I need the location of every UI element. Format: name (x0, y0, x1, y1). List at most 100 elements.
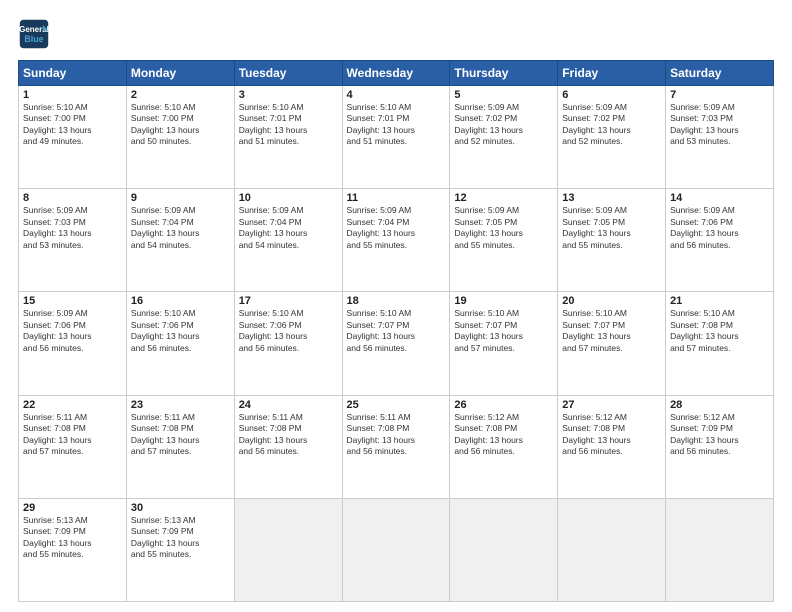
calendar-cell: 25Sunrise: 5:11 AM Sunset: 7:08 PM Dayli… (342, 395, 450, 498)
calendar-row-3: 22Sunrise: 5:11 AM Sunset: 7:08 PM Dayli… (19, 395, 774, 498)
calendar-row-4: 29Sunrise: 5:13 AM Sunset: 7:09 PM Dayli… (19, 498, 774, 601)
calendar-cell: 11Sunrise: 5:09 AM Sunset: 7:04 PM Dayli… (342, 189, 450, 292)
day-number: 26 (454, 399, 553, 411)
calendar-cell: 29Sunrise: 5:13 AM Sunset: 7:09 PM Dayli… (19, 498, 127, 601)
calendar-cell: 21Sunrise: 5:10 AM Sunset: 7:08 PM Dayli… (666, 292, 774, 395)
day-number: 4 (347, 89, 446, 101)
day-info: Sunrise: 5:10 AM Sunset: 7:08 PM Dayligh… (670, 308, 769, 354)
day-number: 16 (131, 295, 230, 307)
day-number: 25 (347, 399, 446, 411)
day-number: 22 (23, 399, 122, 411)
calendar-cell: 15Sunrise: 5:09 AM Sunset: 7:06 PM Dayli… (19, 292, 127, 395)
calendar-cell (558, 498, 666, 601)
header: General Blue (18, 18, 774, 50)
day-number: 13 (562, 192, 661, 204)
calendar-cell: 4Sunrise: 5:10 AM Sunset: 7:01 PM Daylig… (342, 86, 450, 189)
calendar-cell: 19Sunrise: 5:10 AM Sunset: 7:07 PM Dayli… (450, 292, 558, 395)
day-info: Sunrise: 5:09 AM Sunset: 7:04 PM Dayligh… (239, 205, 338, 251)
weekday-header-thursday: Thursday (450, 61, 558, 86)
weekday-header-row: SundayMondayTuesdayWednesdayThursdayFrid… (19, 61, 774, 86)
day-info: Sunrise: 5:09 AM Sunset: 7:04 PM Dayligh… (347, 205, 446, 251)
day-info: Sunrise: 5:09 AM Sunset: 7:05 PM Dayligh… (454, 205, 553, 251)
calendar-cell: 23Sunrise: 5:11 AM Sunset: 7:08 PM Dayli… (126, 395, 234, 498)
day-info: Sunrise: 5:10 AM Sunset: 7:07 PM Dayligh… (347, 308, 446, 354)
weekday-header-monday: Monday (126, 61, 234, 86)
calendar-row-2: 15Sunrise: 5:09 AM Sunset: 7:06 PM Dayli… (19, 292, 774, 395)
day-number: 17 (239, 295, 338, 307)
calendar-cell: 20Sunrise: 5:10 AM Sunset: 7:07 PM Dayli… (558, 292, 666, 395)
day-info: Sunrise: 5:13 AM Sunset: 7:09 PM Dayligh… (131, 515, 230, 561)
day-info: Sunrise: 5:09 AM Sunset: 7:04 PM Dayligh… (131, 205, 230, 251)
day-number: 11 (347, 192, 446, 204)
day-info: Sunrise: 5:11 AM Sunset: 7:08 PM Dayligh… (131, 412, 230, 458)
page: General Blue SundayMondayTuesdayWednesda… (0, 0, 792, 612)
day-info: Sunrise: 5:10 AM Sunset: 7:00 PM Dayligh… (131, 102, 230, 148)
calendar-row-1: 8Sunrise: 5:09 AM Sunset: 7:03 PM Daylig… (19, 189, 774, 292)
calendar-cell: 17Sunrise: 5:10 AM Sunset: 7:06 PM Dayli… (234, 292, 342, 395)
calendar-cell: 13Sunrise: 5:09 AM Sunset: 7:05 PM Dayli… (558, 189, 666, 292)
calendar-cell (666, 498, 774, 601)
day-number: 14 (670, 192, 769, 204)
calendar-cell: 12Sunrise: 5:09 AM Sunset: 7:05 PM Dayli… (450, 189, 558, 292)
day-info: Sunrise: 5:09 AM Sunset: 7:03 PM Dayligh… (23, 205, 122, 251)
calendar-cell: 22Sunrise: 5:11 AM Sunset: 7:08 PM Dayli… (19, 395, 127, 498)
calendar-cell: 24Sunrise: 5:11 AM Sunset: 7:08 PM Dayli… (234, 395, 342, 498)
calendar-table: SundayMondayTuesdayWednesdayThursdayFrid… (18, 60, 774, 602)
calendar-cell: 2Sunrise: 5:10 AM Sunset: 7:00 PM Daylig… (126, 86, 234, 189)
day-info: Sunrise: 5:12 AM Sunset: 7:08 PM Dayligh… (454, 412, 553, 458)
calendar-row-0: 1Sunrise: 5:10 AM Sunset: 7:00 PM Daylig… (19, 86, 774, 189)
day-info: Sunrise: 5:09 AM Sunset: 7:02 PM Dayligh… (454, 102, 553, 148)
day-info: Sunrise: 5:10 AM Sunset: 7:07 PM Dayligh… (454, 308, 553, 354)
day-number: 15 (23, 295, 122, 307)
day-number: 29 (23, 502, 122, 514)
calendar-cell (450, 498, 558, 601)
calendar-cell: 6Sunrise: 5:09 AM Sunset: 7:02 PM Daylig… (558, 86, 666, 189)
day-info: Sunrise: 5:10 AM Sunset: 7:06 PM Dayligh… (131, 308, 230, 354)
day-info: Sunrise: 5:09 AM Sunset: 7:06 PM Dayligh… (670, 205, 769, 251)
day-number: 9 (131, 192, 230, 204)
day-number: 5 (454, 89, 553, 101)
day-info: Sunrise: 5:11 AM Sunset: 7:08 PM Dayligh… (347, 412, 446, 458)
day-number: 1 (23, 89, 122, 101)
day-number: 20 (562, 295, 661, 307)
calendar-cell (234, 498, 342, 601)
calendar-cell: 27Sunrise: 5:12 AM Sunset: 7:08 PM Dayli… (558, 395, 666, 498)
svg-text:Blue: Blue (24, 34, 43, 44)
calendar-cell: 8Sunrise: 5:09 AM Sunset: 7:03 PM Daylig… (19, 189, 127, 292)
day-info: Sunrise: 5:11 AM Sunset: 7:08 PM Dayligh… (239, 412, 338, 458)
day-number: 27 (562, 399, 661, 411)
day-number: 10 (239, 192, 338, 204)
day-number: 30 (131, 502, 230, 514)
weekday-header-saturday: Saturday (666, 61, 774, 86)
day-number: 12 (454, 192, 553, 204)
day-info: Sunrise: 5:10 AM Sunset: 7:07 PM Dayligh… (562, 308, 661, 354)
weekday-header-sunday: Sunday (19, 61, 127, 86)
calendar-cell: 10Sunrise: 5:09 AM Sunset: 7:04 PM Dayli… (234, 189, 342, 292)
calendar-cell: 28Sunrise: 5:12 AM Sunset: 7:09 PM Dayli… (666, 395, 774, 498)
day-number: 3 (239, 89, 338, 101)
calendar-cell: 9Sunrise: 5:09 AM Sunset: 7:04 PM Daylig… (126, 189, 234, 292)
calendar-cell: 1Sunrise: 5:10 AM Sunset: 7:00 PM Daylig… (19, 86, 127, 189)
day-number: 6 (562, 89, 661, 101)
day-number: 7 (670, 89, 769, 101)
day-info: Sunrise: 5:12 AM Sunset: 7:08 PM Dayligh… (562, 412, 661, 458)
day-number: 18 (347, 295, 446, 307)
day-info: Sunrise: 5:13 AM Sunset: 7:09 PM Dayligh… (23, 515, 122, 561)
calendar-cell (342, 498, 450, 601)
day-info: Sunrise: 5:09 AM Sunset: 7:03 PM Dayligh… (670, 102, 769, 148)
calendar-cell: 30Sunrise: 5:13 AM Sunset: 7:09 PM Dayli… (126, 498, 234, 601)
day-info: Sunrise: 5:12 AM Sunset: 7:09 PM Dayligh… (670, 412, 769, 458)
calendar-cell: 14Sunrise: 5:09 AM Sunset: 7:06 PM Dayli… (666, 189, 774, 292)
day-info: Sunrise: 5:10 AM Sunset: 7:01 PM Dayligh… (239, 102, 338, 148)
day-info: Sunrise: 5:09 AM Sunset: 7:06 PM Dayligh… (23, 308, 122, 354)
day-info: Sunrise: 5:10 AM Sunset: 7:00 PM Dayligh… (23, 102, 122, 148)
calendar-cell: 3Sunrise: 5:10 AM Sunset: 7:01 PM Daylig… (234, 86, 342, 189)
calendar-cell: 5Sunrise: 5:09 AM Sunset: 7:02 PM Daylig… (450, 86, 558, 189)
day-number: 19 (454, 295, 553, 307)
calendar-cell: 18Sunrise: 5:10 AM Sunset: 7:07 PM Dayli… (342, 292, 450, 395)
day-number: 28 (670, 399, 769, 411)
weekday-header-tuesday: Tuesday (234, 61, 342, 86)
day-number: 23 (131, 399, 230, 411)
day-info: Sunrise: 5:11 AM Sunset: 7:08 PM Dayligh… (23, 412, 122, 458)
weekday-header-friday: Friday (558, 61, 666, 86)
